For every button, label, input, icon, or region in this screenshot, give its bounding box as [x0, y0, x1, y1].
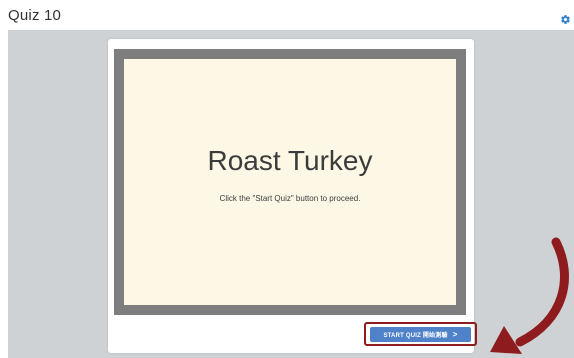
- intro-slide: Roast Turkey Click the "Start Quiz" butt…: [124, 59, 456, 305]
- quiz-title: Quiz 10: [8, 7, 62, 24]
- quiz-page: Quiz 10 Roast Turkey Click the "Start Qu…: [0, 0, 574, 358]
- quiz-card: Roast Turkey Click the "Start Quiz" butt…: [108, 39, 477, 353]
- start-quiz-label: START QUIZ 開始測驗: [383, 333, 448, 339]
- slide-title: Roast Turkey: [207, 145, 373, 176]
- gear-icon[interactable]: [560, 14, 571, 25]
- start-quiz-button[interactable]: START QUIZ 開始測驗 >: [370, 327, 471, 342]
- curved-arrow-icon: [490, 237, 569, 354]
- slide-frame: Roast Turkey Click the "Start Quiz" butt…: [114, 49, 466, 315]
- quiz-header: Quiz 10: [0, 0, 574, 30]
- chevron-right-icon: >: [452, 330, 458, 339]
- slide-instruction: Click the "Start Quiz" button to proceed…: [219, 194, 361, 203]
